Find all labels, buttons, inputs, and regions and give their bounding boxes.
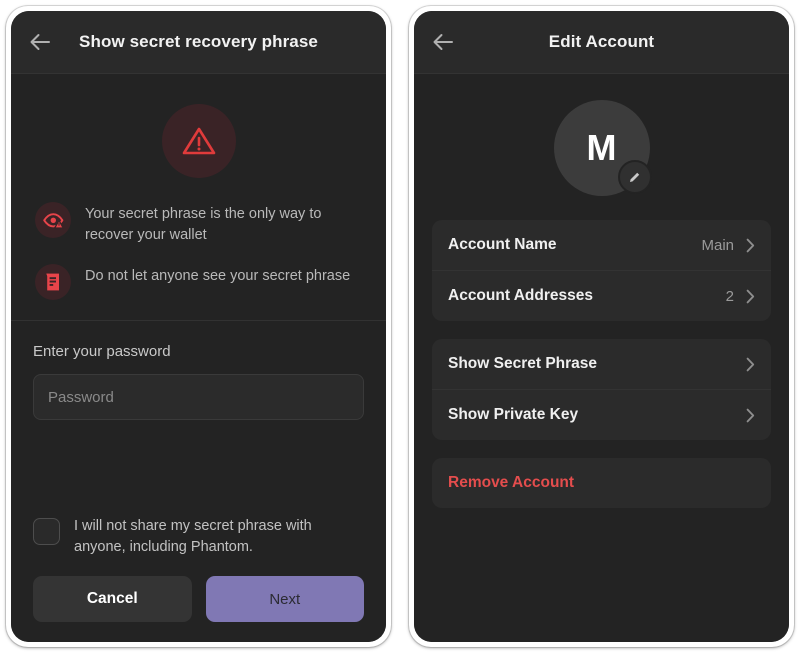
chevron-right-icon <box>746 408 755 423</box>
screenshot-stage: Show secret recovery phrase Your secret … <box>0 0 800 653</box>
chevron-right-icon <box>746 238 755 253</box>
pencil-icon[interactable] <box>617 160 652 194</box>
chevron-right-icon <box>746 357 755 372</box>
password-label: Enter your password <box>33 343 171 360</box>
remove-account-button[interactable]: Remove Account <box>432 458 771 508</box>
show-secret-recovery-phrase-screen: Show secret recovery phrase Your secret … <box>11 11 386 642</box>
row-label: Show Secret Phrase <box>448 355 598 372</box>
list-item-label: Your secret phrase is the only way to re… <box>85 206 322 243</box>
row-account-addresses[interactable]: Account Addresses 2 <box>432 271 771 321</box>
page-title: Show secret recovery phrase <box>79 32 318 51</box>
back-button[interactable] <box>428 27 458 57</box>
row-value: 2 <box>725 287 734 305</box>
action-buttons: Cancel Next <box>33 576 364 642</box>
left-header: Show secret recovery phrase <box>11 11 386 74</box>
password-input[interactable] <box>33 374 364 420</box>
warning-section: Your secret phrase is the only way to re… <box>11 74 386 321</box>
danger-group: Remove Account <box>432 458 771 508</box>
right-phone-frame: Edit Account M Account Name Main Account… <box>409 6 794 647</box>
edit-account-screen: Edit Account M Account Name Main Account… <box>414 11 789 642</box>
avatar-initial: M <box>586 127 617 168</box>
document-warning-icon <box>35 264 71 300</box>
row-label: Show Private Key <box>448 406 579 423</box>
account-info-group: Account Name Main Account Addresses 2 <box>432 220 771 321</box>
list-item-label: Do not let anyone see your secret phrase <box>85 268 351 284</box>
next-button[interactable]: Next <box>205 576 364 622</box>
avatar[interactable]: M <box>553 100 652 196</box>
consent-label: I will not share my secret phrase with a… <box>74 518 312 555</box>
consent-checkbox[interactable] <box>33 518 60 545</box>
list-item: Do not let anyone see your secret phrase <box>11 264 386 300</box>
arrow-left-icon <box>432 33 454 51</box>
list-item: Your secret phrase is the only way to re… <box>11 202 386 246</box>
chevron-right-icon <box>746 289 755 304</box>
avatar-section: M <box>432 74 771 220</box>
remove-account-label: Remove Account <box>448 474 575 491</box>
row-value: Main <box>701 236 734 254</box>
row-show-secret-phrase[interactable]: Show Secret Phrase <box>432 339 771 390</box>
eye-warning-icon <box>35 202 71 238</box>
row-label: Account Addresses <box>448 287 593 304</box>
row-show-private-key[interactable]: Show Private Key <box>432 390 771 440</box>
account-settings-body: M Account Name Main Account Addresses 2 … <box>414 74 789 642</box>
password-section: Enter your password I will not share my … <box>11 321 386 642</box>
consent-row[interactable]: I will not share my secret phrase with a… <box>33 516 364 558</box>
right-header: Edit Account <box>414 11 789 74</box>
cancel-button[interactable]: Cancel <box>33 576 192 622</box>
hero-icon-wrap <box>11 104 386 178</box>
security-group: Show Secret Phrase Show Private Key <box>432 339 771 440</box>
back-button[interactable] <box>25 27 55 57</box>
warning-triangle-icon <box>161 104 236 178</box>
row-account-name[interactable]: Account Name Main <box>432 220 771 271</box>
arrow-left-icon <box>29 33 51 51</box>
left-phone-frame: Show secret recovery phrase Your secret … <box>6 6 391 647</box>
row-label: Account Name <box>448 236 557 253</box>
page-title: Edit Account <box>548 32 655 51</box>
